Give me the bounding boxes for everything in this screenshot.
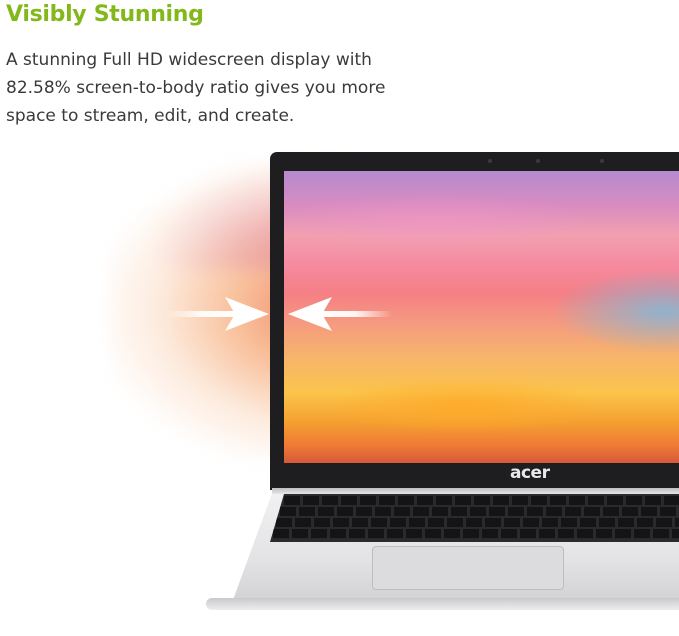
sensor-dot [600,159,604,163]
trackpad [372,546,564,590]
keyboard [270,494,679,542]
arrow-left-icon [288,297,392,331]
laptop-front-edge [206,598,679,610]
sensor-dot [488,159,492,163]
acer-logo: acer [510,463,550,483]
description: A stunning Full HD widescreen display wi… [6,50,386,126]
laptop-hinge [272,488,679,494]
arrow-right-icon [165,297,269,331]
webcam-icon [536,159,540,163]
headline: Visibly Stunning [6,2,204,27]
